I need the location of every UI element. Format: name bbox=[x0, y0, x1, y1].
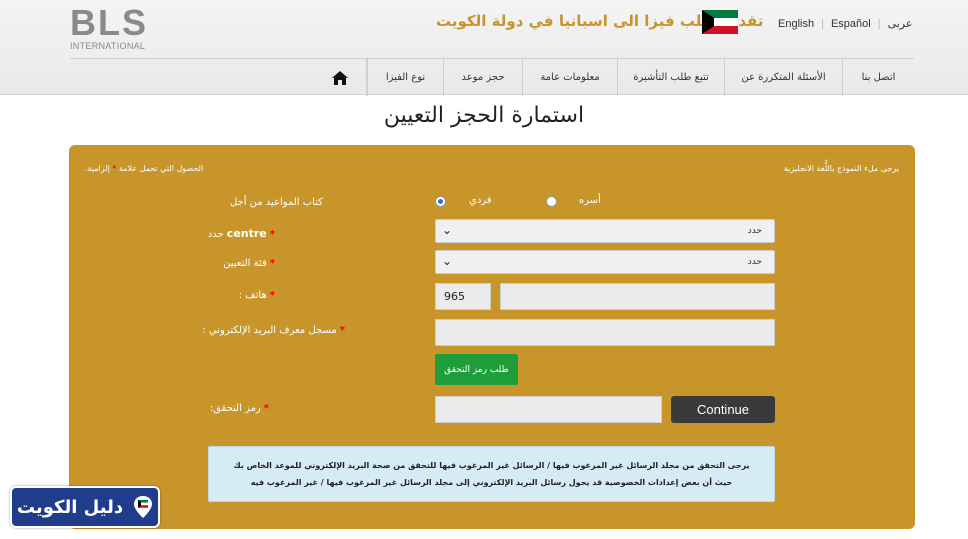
category-select[interactable]: حدد ⌄ bbox=[435, 250, 775, 274]
kuwait-flag-icon bbox=[702, 10, 738, 34]
site-watermark: دليل الكويت bbox=[10, 486, 160, 528]
logo-main-text: BLS bbox=[70, 2, 148, 43]
phone-label: *هاتف : bbox=[238, 290, 275, 301]
verification-code-label: *رمز التحقق: bbox=[209, 403, 269, 414]
nav-track-application[interactable]: تتبع طلب التأشيرة bbox=[617, 59, 724, 96]
appointment-for-label: كتاب المواعيد من أجل bbox=[229, 197, 323, 208]
appointment-form: يرجى ملء النموذج باللُّغة الانجليزية الح… bbox=[69, 145, 915, 529]
radio-individual-label: فردي bbox=[469, 195, 492, 206]
radio-individual[interactable] bbox=[435, 196, 446, 207]
email-input[interactable] bbox=[435, 319, 775, 346]
chevron-down-icon: ⌄ bbox=[442, 223, 453, 237]
location-pin-icon bbox=[134, 496, 153, 518]
chevron-down-icon: ⌄ bbox=[442, 254, 453, 268]
fill-in-english-note: يرجى ملء النموذج باللُّغة الانجليزية bbox=[783, 164, 899, 173]
watermark-text: دليل الكويت bbox=[16, 496, 124, 518]
nav-general-info[interactable]: معلومات عامة bbox=[522, 59, 617, 96]
page-title: استمارة الحجز التعيين bbox=[383, 103, 585, 128]
lang-arabic[interactable]: عربى bbox=[888, 17, 913, 30]
radio-family-label: أسره bbox=[579, 195, 601, 206]
nav-visa-type[interactable]: نوع الفيزا bbox=[367, 59, 443, 96]
nav-book-appointment[interactable]: حجز موعد bbox=[443, 59, 522, 96]
nav-home[interactable] bbox=[313, 59, 367, 96]
centre-select[interactable]: حدد ⌄ bbox=[435, 219, 775, 243]
phone-country-code[interactable]: 965 bbox=[435, 283, 491, 310]
site-header: BLS INTERNATIONAL تقدم بطلب فيزا الى اسب… bbox=[0, 0, 968, 96]
lang-english[interactable]: English bbox=[778, 18, 814, 30]
phone-input[interactable] bbox=[500, 283, 775, 310]
radio-family[interactable] bbox=[546, 196, 557, 207]
language-switcher: English | Español | عربى bbox=[778, 17, 913, 30]
centre-label: *centre حدد bbox=[207, 227, 275, 240]
info-line-1: يرجى التحقق من مجلد الرسائل غير المرغوب … bbox=[233, 461, 750, 470]
info-line-2: حيث أن بعض إعدادات الخصوصية قد يحول رسائ… bbox=[250, 478, 733, 487]
nav-contact-us[interactable]: اتصل بنا bbox=[842, 59, 914, 96]
main-nav: اتصل بنا الأسئلة المتكررة عن تتبع طلب ال… bbox=[70, 58, 914, 96]
verification-code-input[interactable] bbox=[435, 396, 662, 423]
category-label: *فئة التعيين bbox=[223, 258, 275, 269]
mandatory-fields-note: الحصول التي تحمل علامة * إلزامية. bbox=[85, 164, 204, 173]
bls-logo[interactable]: BLS INTERNATIONAL bbox=[70, 2, 150, 52]
spam-folder-info: يرجى التحقق من مجلد الرسائل غير المرغوب … bbox=[208, 446, 775, 502]
logo-sub-text: INTERNATIONAL bbox=[70, 41, 146, 51]
continue-button[interactable]: Continue bbox=[671, 396, 775, 423]
nav-faq[interactable]: الأسئلة المتكررة عن bbox=[724, 59, 842, 96]
lang-spanish[interactable]: Español bbox=[831, 18, 871, 30]
email-label: *مسجل معرف البريد الإلكتروني : bbox=[202, 325, 345, 336]
home-icon bbox=[331, 70, 348, 85]
request-verification-code-button[interactable]: طلب رمز التحقق bbox=[435, 354, 518, 385]
